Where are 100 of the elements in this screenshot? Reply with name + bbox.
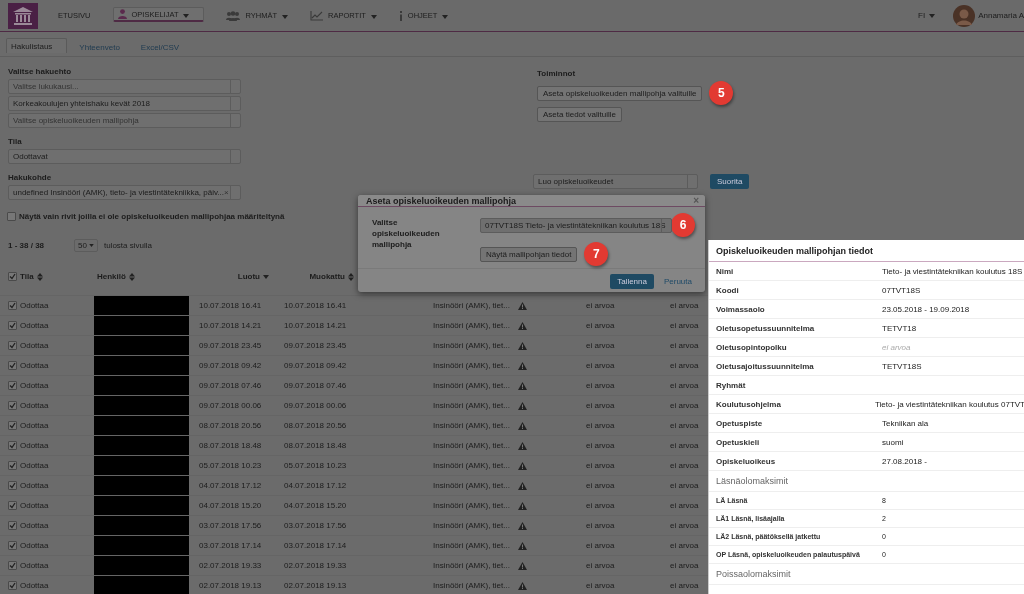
table-cell: ei arvoa: [670, 381, 699, 390]
table-cell: 03.07.2018 17.14: [284, 541, 347, 550]
detail-label: Koulutusohjelma: [716, 399, 782, 409]
table-cell: 03.07.2018 17.56: [284, 521, 347, 530]
table-cell: ei arvoa: [670, 561, 699, 570]
table-cell: Insinööri (AMK), tiet...: [433, 581, 510, 590]
table-cell: ei arvoa: [586, 481, 615, 490]
table-cell: Odottaa: [20, 521, 49, 530]
checkbox[interactable]: [7, 212, 16, 221]
checkbox[interactable]: [8, 401, 17, 410]
tab[interactable]: Hakulistaus: [6, 38, 68, 53]
building-logo-icon[interactable]: [8, 2, 38, 29]
caret-icon: [88, 244, 94, 247]
table-cell: 04.07.2018 17.12: [199, 481, 262, 490]
table-cell: 08.07.2018 20.56: [284, 421, 347, 430]
dialog-title: Aseta opiskeluoikeuden mallipohja: [366, 195, 517, 206]
sort-icon[interactable]: [348, 272, 354, 281]
detail-value: 27.08.2018 -: [882, 456, 927, 466]
table-cell: ei arvoa: [670, 501, 699, 510]
checkbox[interactable]: [8, 561, 17, 570]
table-cell: 02.07.2018 19.13: [284, 581, 347, 590]
page-size-dropdown[interactable]: 50: [74, 239, 98, 252]
checkbox[interactable]: [8, 301, 17, 310]
checkbox[interactable]: [8, 541, 17, 550]
table-cell: Odottaa: [20, 381, 49, 390]
table-cell: Insinööri (AMK), tiet...: [433, 321, 510, 330]
checkbox[interactable]: [8, 501, 17, 510]
dropdown[interactable]: Korkeakoulujen yhteishaku kevät 2018: [8, 96, 241, 111]
table-cell: 09.07.2018 09.42: [284, 361, 347, 370]
sort-icon[interactable]: [128, 272, 135, 281]
sort-icon[interactable]: [36, 272, 43, 281]
close-button[interactable]: ×: [693, 195, 699, 206]
table-cell: ei arvoa: [670, 581, 699, 590]
checkbox-label: Näytä vain rivit joilla ei ole opiskeluoikeuden mallipohjaa määriteltynä: [19, 212, 285, 221]
checkbox[interactable]: [8, 481, 17, 490]
checkbox[interactable]: [8, 581, 17, 590]
dropdown[interactable]: undefined Insinööri (AMK), tieto- ja viestintätekniikka, päiv...×: [8, 185, 241, 200]
table-cell: ei arvoa: [586, 321, 615, 330]
checkbox[interactable]: [8, 521, 17, 530]
column-header[interactable]: Muokattu: [309, 272, 345, 281]
avatar[interactable]: [953, 4, 976, 27]
checkbox[interactable]: [8, 461, 17, 470]
detail-label: Opetuspiste: [716, 418, 764, 428]
detail-label: Koodi: [716, 285, 740, 295]
section-heading: Läsnäolomaksimit: [716, 476, 789, 486]
action-button[interactable]: Aseta tiedot valituille: [537, 107, 622, 122]
detail-label: Opetuskieli: [716, 437, 761, 447]
table-cell: ei arvoa: [670, 361, 699, 370]
callout-badge: 5: [709, 81, 734, 105]
save-button[interactable]: Tallenna: [610, 274, 654, 289]
action-button[interactable]: Aseta opiskeluoikeuden mallipohja valituille: [537, 85, 703, 101]
user-name[interactable]: Annamaria A: [978, 11, 1024, 20]
table-cell: ei arvoa: [670, 481, 699, 490]
info-icon: [398, 10, 403, 21]
person-icon: [117, 9, 127, 19]
panel-title: Opiskeluoikeuden mallipohjan tiedot: [709, 240, 1024, 262]
table-cell: 08.07.2018 18.48: [284, 441, 347, 450]
table-cell: 04.07.2018 15.20: [284, 501, 347, 510]
caret-icon: [282, 15, 288, 19]
checkbox[interactable]: [8, 361, 17, 370]
checkbox[interactable]: [8, 381, 17, 390]
column-header[interactable]: Luotu: [237, 272, 260, 281]
table-cell: ei arvoa: [670, 521, 699, 530]
cancel-link[interactable]: Peruuta: [663, 277, 692, 286]
caret-icon: [183, 13, 190, 18]
table-cell: Odottaa: [20, 581, 49, 590]
run-button[interactable]: Suorita: [710, 174, 750, 189]
tab[interactable]: Excel/CSV: [131, 38, 189, 62]
table-cell: Odottaa: [20, 401, 49, 410]
table-cell: Odottaa: [20, 421, 49, 430]
sort-down-icon[interactable]: [263, 274, 269, 279]
checkbox[interactable]: [8, 272, 17, 281]
tab[interactable]: Yhteenveto: [70, 38, 129, 62]
table-cell: 10.07.2018 14.21: [284, 321, 347, 330]
checkbox[interactable]: [8, 421, 17, 430]
table-cell: 09.07.2018 00.06: [199, 401, 262, 410]
table-cell: Insinööri (AMK), tiet...: [433, 481, 510, 490]
table-cell: Odottaa: [20, 481, 49, 490]
table-cell: 02.07.2018 19.33: [284, 561, 347, 570]
table-cell: 02.07.2018 19.13: [199, 581, 262, 590]
page-size-label: tulosta sivulla: [103, 241, 152, 250]
show-details-button[interactable]: Näytä mallipohjan tiedot: [480, 246, 578, 262]
table-cell: Insinööri (AMK), tiet...: [433, 341, 510, 350]
column-header[interactable]: Tila: [20, 272, 34, 281]
checkbox[interactable]: [8, 321, 17, 330]
table-cell: ei arvoa: [670, 341, 699, 350]
table-cell: 09.07.2018 07.46: [284, 381, 347, 390]
table-cell: 09.07.2018 23.45: [284, 341, 347, 350]
table-cell: 05.07.2018 10.23: [284, 461, 347, 470]
checkbox[interactable]: [8, 441, 17, 450]
caret-icon: [929, 13, 936, 18]
column-header[interactable]: Henkilö: [97, 272, 126, 281]
table-cell: Insinööri (AMK), tiet...: [433, 541, 510, 550]
detail-value: Tieto- ja viestintätekniikan koulutus 18S: [882, 266, 1023, 276]
action-dropdown[interactable]: Luo opiskeluoikeudet: [533, 174, 698, 189]
checkbox[interactable]: [8, 341, 17, 350]
table-cell: Insinööri (AMK), tiet...: [433, 361, 510, 370]
detail-label: Oletusopetussuunnitelma: [716, 323, 816, 333]
dropdown[interactable]: Odottavat: [8, 149, 241, 164]
table-cell: Insinööri (AMK), tiet...: [433, 381, 510, 390]
